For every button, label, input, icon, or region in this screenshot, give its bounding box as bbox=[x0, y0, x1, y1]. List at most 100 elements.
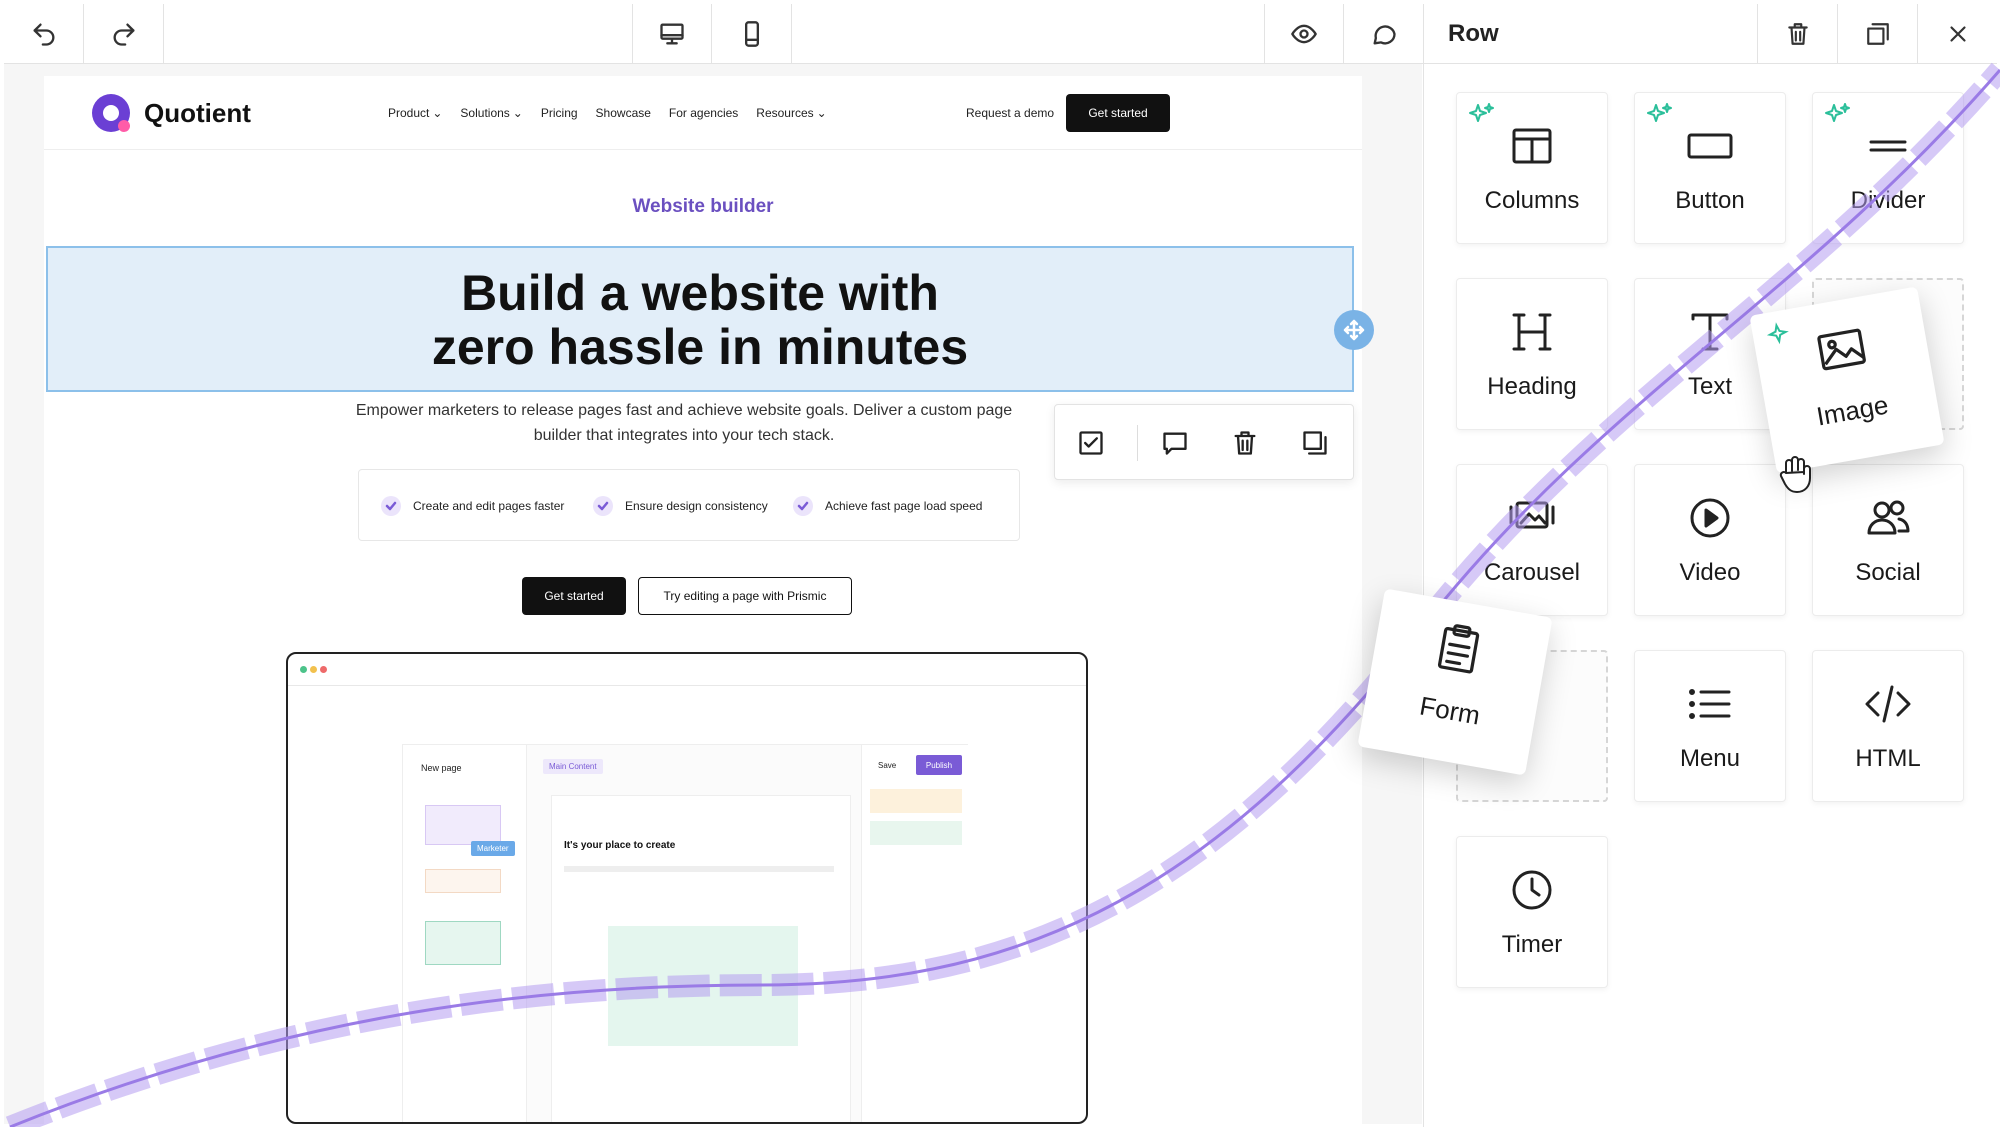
undo-button[interactable] bbox=[4, 4, 84, 64]
request-demo-link[interactable]: Request a demo bbox=[966, 106, 1054, 120]
duplicate-button[interactable] bbox=[1837, 4, 1917, 64]
website-preview: Quotient Product ⌄ Solutions ⌄ Pricing Sho… bbox=[44, 76, 1362, 1124]
block-label: Menu bbox=[1679, 745, 1741, 772]
chevron-down-icon: ⌄ bbox=[816, 106, 827, 120]
nav-product[interactable]: Product ⌄ bbox=[388, 106, 442, 120]
dragging-image-block[interactable]: Image bbox=[1749, 286, 1945, 474]
mockup-heading: It's your place to create bbox=[564, 840, 676, 851]
block-label: Image bbox=[1814, 389, 1891, 432]
desktop-icon bbox=[660, 23, 684, 45]
logo-dot bbox=[118, 120, 130, 132]
row-action-toolbar bbox=[1054, 404, 1354, 480]
mockup-thumb bbox=[425, 805, 501, 845]
dragging-form-block[interactable]: Form bbox=[1357, 588, 1553, 776]
move-handle[interactable] bbox=[1334, 310, 1374, 350]
block-columns[interactable]: Columns bbox=[1456, 92, 1608, 244]
product-mockup: New page Marketer Main Content It's your… bbox=[286, 652, 1088, 1124]
columns-icon bbox=[1507, 121, 1557, 171]
redo-button[interactable] bbox=[84, 4, 164, 64]
block-label: Button bbox=[1675, 187, 1745, 214]
clipboard-icon bbox=[1427, 618, 1490, 681]
comment-row-button[interactable] bbox=[1159, 427, 1191, 459]
clock-icon bbox=[1507, 865, 1557, 915]
carousel-icon bbox=[1507, 493, 1557, 543]
social-icon bbox=[1863, 493, 1913, 543]
mobile-view-button[interactable] bbox=[712, 4, 792, 64]
block-social[interactable]: Social bbox=[1812, 464, 1964, 616]
chevron-down-icon: ⌄ bbox=[512, 106, 523, 120]
menu-icon bbox=[1685, 679, 1735, 729]
mockup-marker-tag: Marketer bbox=[471, 841, 515, 856]
nav-get-started-button[interactable]: Get started bbox=[1066, 94, 1170, 132]
nav-pricing[interactable]: Pricing bbox=[541, 106, 578, 120]
duplicate-row-button[interactable] bbox=[1299, 427, 1331, 459]
mockup-status bbox=[870, 821, 962, 845]
desktop-view-button[interactable] bbox=[632, 4, 712, 64]
preview-button[interactable] bbox=[1264, 4, 1344, 64]
feature-item: Achieve fast page load speed bbox=[793, 496, 982, 516]
panel-title: Row bbox=[1448, 20, 1499, 47]
feature-item: Create and edit pages faster bbox=[381, 496, 564, 516]
nav-agencies[interactable]: For agencies bbox=[669, 106, 738, 120]
feature-list: Create and edit pages faster Ensure desi… bbox=[358, 469, 1020, 541]
check-icon bbox=[381, 496, 401, 516]
comment-button[interactable] bbox=[1344, 4, 1424, 64]
mockup-image bbox=[608, 926, 798, 1046]
grab-hand-icon bbox=[1778, 454, 1812, 494]
block-heading[interactable]: Heading bbox=[1456, 278, 1608, 430]
block-label: Heading bbox=[1487, 373, 1577, 400]
hero-title[interactable]: Build a website with zero hassle in minu… bbox=[48, 266, 1352, 374]
mockup-thumb bbox=[425, 921, 501, 965]
delete-button[interactable] bbox=[1757, 4, 1837, 64]
redo-icon bbox=[113, 23, 134, 46]
block-label: HTML bbox=[1855, 745, 1921, 772]
brand-name: Quotient bbox=[144, 98, 251, 128]
mockup-editor: New page Marketer Main Content It's your… bbox=[402, 744, 969, 1122]
mockup-main: Main Content It's your place to create bbox=[537, 745, 855, 1122]
mockup-text-line bbox=[564, 866, 834, 872]
code-icon bbox=[1863, 679, 1913, 729]
mockup-main-content-tag: Main Content bbox=[543, 759, 603, 774]
sparkle-icon bbox=[1467, 101, 1497, 131]
mockup-card: It's your place to create bbox=[551, 795, 851, 1122]
mobile-icon bbox=[744, 21, 759, 47]
image-icon bbox=[1810, 318, 1873, 381]
comment-icon bbox=[1163, 432, 1187, 455]
nav-resources[interactable]: Resources ⌄ bbox=[756, 106, 826, 120]
editor-canvas: Quotient Product ⌄ Solutions ⌄ Pricing Sho… bbox=[4, 64, 1422, 1124]
duplicate-icon bbox=[1303, 431, 1327, 455]
block-menu[interactable]: Menu bbox=[1634, 650, 1786, 802]
block-timer[interactable]: Timer bbox=[1456, 836, 1608, 988]
mockup-status bbox=[870, 789, 962, 813]
delete-row-button[interactable] bbox=[1229, 427, 1261, 459]
hero-subtitle: Empower marketers to release pages fast … bbox=[355, 402, 1013, 444]
hero-eyebrow: Website builder bbox=[632, 196, 774, 217]
block-label: Form bbox=[1417, 690, 1483, 731]
selected-row[interactable]: Build a website with zero hassle in minu… bbox=[46, 246, 1354, 392]
editor-toolbar bbox=[4, 4, 1425, 64]
panel-header: Row bbox=[1424, 4, 1997, 64]
move-icon bbox=[1343, 319, 1365, 341]
nav-solutions[interactable]: Solutions ⌄ bbox=[460, 106, 522, 120]
block-html[interactable]: HTML bbox=[1812, 650, 1964, 802]
block-label: Timer bbox=[1501, 931, 1563, 958]
block-label: Social bbox=[1855, 559, 1921, 586]
sparkle-icon bbox=[1765, 318, 1800, 353]
heading-icon bbox=[1507, 307, 1557, 357]
try-editing-button[interactable]: Try editing a page with Prismic bbox=[638, 577, 852, 615]
block-video[interactable]: Video bbox=[1634, 464, 1786, 616]
mockup-thumb bbox=[425, 869, 501, 893]
checkbox-icon bbox=[1079, 431, 1103, 455]
window-dot bbox=[300, 666, 307, 673]
site-navbar: Quotient Product ⌄ Solutions ⌄ Pricing Sho… bbox=[44, 76, 1362, 150]
window-dot bbox=[320, 666, 327, 673]
check-icon bbox=[593, 496, 613, 516]
hero-get-started-button[interactable]: Get started bbox=[522, 577, 626, 615]
close-button[interactable] bbox=[1917, 4, 1997, 64]
nav-showcase[interactable]: Showcase bbox=[596, 106, 651, 120]
block-carousel[interactable]: Carousel bbox=[1456, 464, 1608, 616]
button-icon bbox=[1685, 121, 1735, 171]
select-row-button[interactable] bbox=[1075, 427, 1107, 459]
block-button[interactable]: Button bbox=[1634, 92, 1786, 244]
block-divider[interactable]: Divider bbox=[1812, 92, 1964, 244]
